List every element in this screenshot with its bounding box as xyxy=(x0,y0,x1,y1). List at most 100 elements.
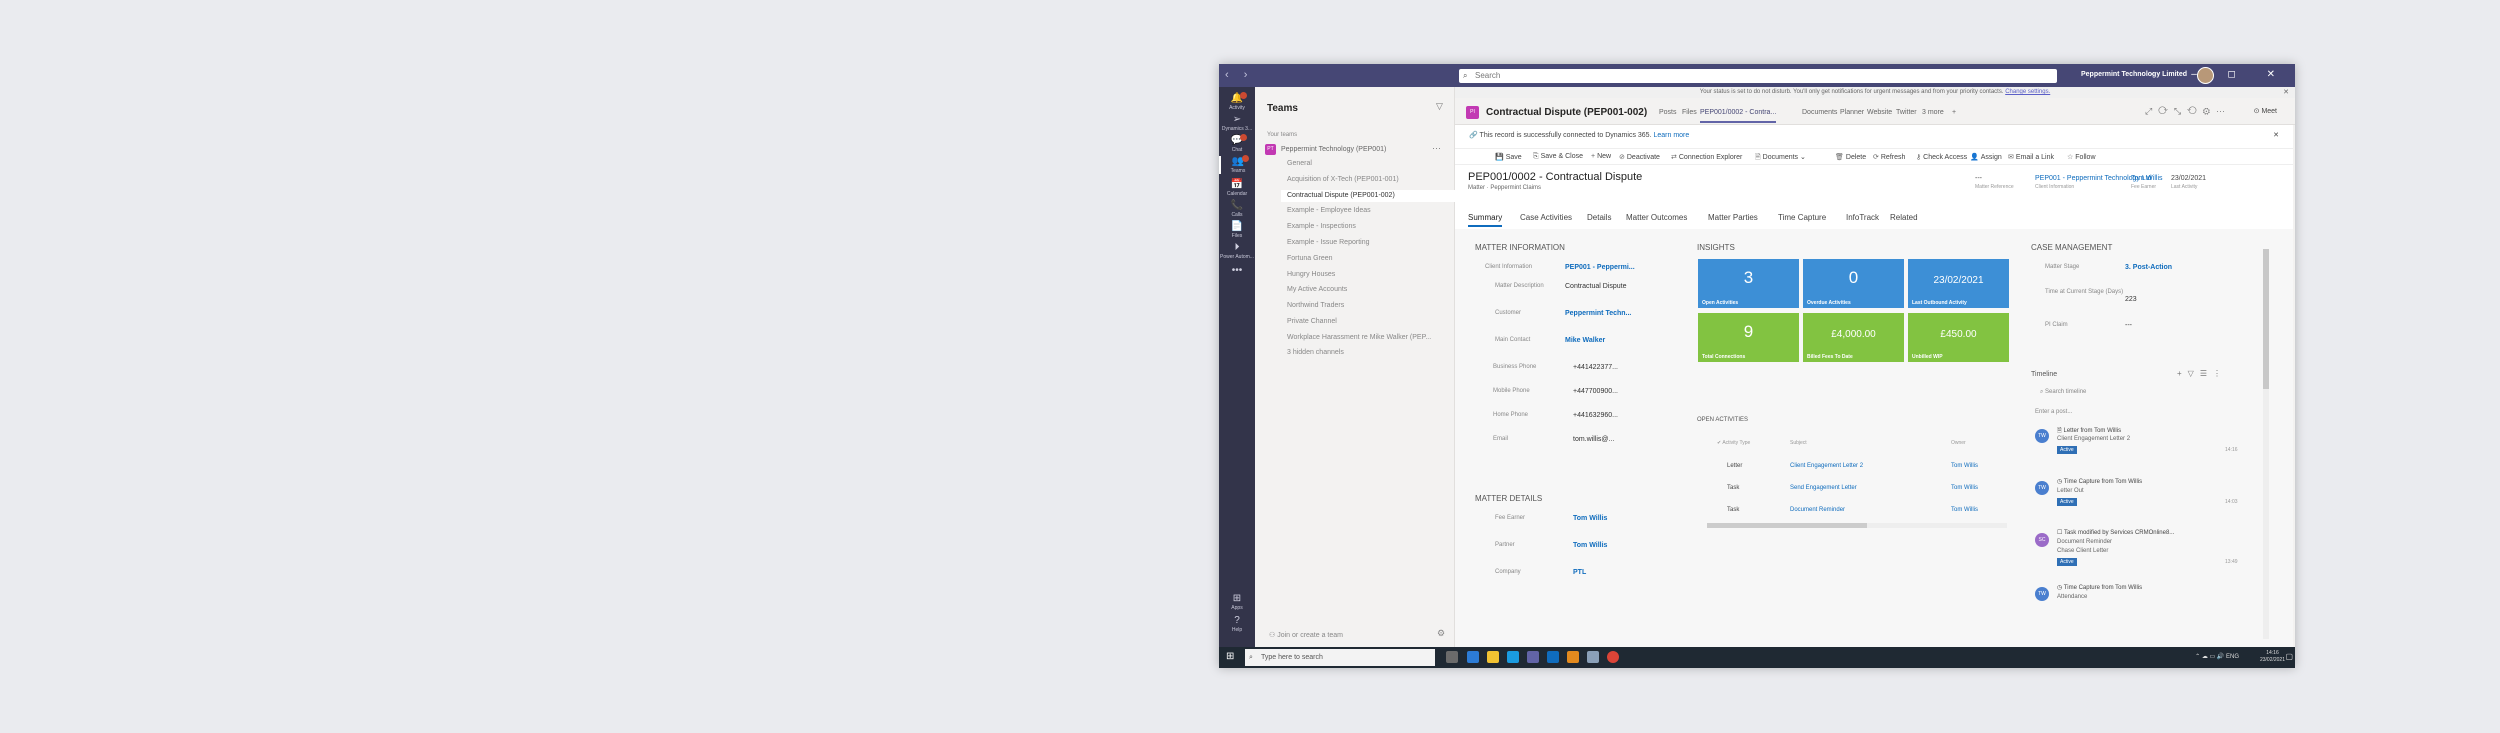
channel-item[interactable]: Northwind Traders xyxy=(1287,302,1344,309)
save-close-button[interactable]: ⎘ Save & Close xyxy=(1533,153,1583,161)
taskbar-search[interactable]: ⌕ Type here to search xyxy=(1245,649,1435,666)
outlook-icon[interactable] xyxy=(1547,651,1559,663)
delete-button[interactable]: 🗑 Delete xyxy=(1835,153,1866,161)
channel-item[interactable]: Fortuna Green xyxy=(1287,255,1333,262)
more-options-icon[interactable]: ··· xyxy=(1432,143,1441,153)
channel-item[interactable]: Workplace Harassment re Mike Walker (PEP… xyxy=(1287,334,1431,341)
tab-infotrack[interactable]: InfoTrack xyxy=(1846,213,1879,222)
deactivate-button[interactable]: ⊘ Deactivate xyxy=(1619,153,1660,161)
rail-calls[interactable]: 📞 Calls xyxy=(1219,200,1255,218)
refresh-button[interactable]: ⟳ Refresh xyxy=(1873,153,1905,161)
rail-calendar[interactable]: 📅 Calendar xyxy=(1219,179,1255,197)
channel-item[interactable]: Example - Employee Ideas xyxy=(1287,207,1371,214)
tab-time-capture[interactable]: Time Capture xyxy=(1778,213,1826,222)
window-controls[interactable]: ⋯ – ◻ ✕ xyxy=(2150,69,2289,80)
home-phone-value[interactable]: +441632960... xyxy=(1573,412,1618,419)
fee-earner-value[interactable]: Tom Willis xyxy=(1573,515,1607,522)
rail-apps[interactable]: ⊞ Apps xyxy=(1219,593,1255,611)
close-icon[interactable]: ✕ xyxy=(2273,131,2279,139)
timeline-search[interactable]: ⌕ Search timeline xyxy=(2040,389,2086,396)
rail-chat[interactable]: 💬 Chat xyxy=(1219,134,1255,153)
explorer-icon[interactable] xyxy=(1487,651,1499,663)
add-tab-button[interactable]: + xyxy=(1952,109,1956,116)
table-cell-link[interactable]: Send Engagement Letter xyxy=(1790,485,1857,491)
mobile-phone-value[interactable]: +447700900... xyxy=(1573,388,1618,395)
tab-planner[interactable]: Planner xyxy=(1840,109,1864,116)
insight-tile-billed-fees[interactable]: £4,000.00 Billed Fees To Date xyxy=(1803,313,1904,362)
channel-item[interactable]: Example - Inspections xyxy=(1287,223,1356,230)
change-settings-link[interactable]: Change settings. xyxy=(2005,89,2050,95)
rail-power-automate[interactable]: ⏵ Power Autom... xyxy=(1219,242,1255,260)
table-cell-link[interactable]: Client Engagement Letter 2 xyxy=(1790,463,1863,469)
task-view-icon[interactable] xyxy=(1446,651,1458,663)
rail-activity[interactable]: 🔔 Activity xyxy=(1219,92,1255,111)
assign-button[interactable]: 👤 Assign xyxy=(1970,153,2002,161)
tab-documents[interactable]: Documents xyxy=(1802,109,1837,116)
channel-item[interactable]: General xyxy=(1287,160,1312,167)
main-contact-value[interactable]: Mike Walker xyxy=(1565,337,1605,344)
gear-icon[interactable]: ⚙ xyxy=(1437,628,1445,639)
check-access-button[interactable]: ⚷ Check Access xyxy=(1916,153,1967,161)
tab-case-activities[interactable]: Case Activities xyxy=(1520,213,1572,222)
team-item[interactable]: PT Peppermint Technology (PEP001) ··· xyxy=(1265,143,1450,157)
tab-dynamics-record[interactable]: PEP001/0002 - Contra... xyxy=(1700,109,1777,123)
insight-tile-open-activities[interactable]: 3 Open Activities xyxy=(1698,259,1799,308)
edge-icon[interactable] xyxy=(1507,651,1519,663)
rail-help[interactable]: ? Help xyxy=(1219,615,1255,633)
join-create-team[interactable]: ⚇ Join or create a team xyxy=(1269,631,1343,639)
connection-explorer-button[interactable]: ⇄ Connection Explorer xyxy=(1671,153,1742,161)
nav-arrows[interactable]: ‹ › xyxy=(1225,69,1253,81)
tab-matter-outcomes[interactable]: Matter Outcomes xyxy=(1626,213,1687,222)
save-button[interactable]: 💾 Save xyxy=(1495,153,1522,161)
follow-button[interactable]: ☆ Follow xyxy=(2067,153,2096,161)
close-icon[interactable]: ✕ xyxy=(2283,87,2289,98)
business-phone-value[interactable]: +441422377... xyxy=(1573,364,1618,371)
channel-item-selected[interactable]: Contractual Dispute (PEP001-002) xyxy=(1281,190,1455,202)
timeline-tools-icons[interactable]: +▽☰⋮ xyxy=(2177,369,2227,378)
post-input[interactable]: Enter a post... xyxy=(2035,409,2072,415)
horizontal-scrollbar[interactable] xyxy=(1707,523,2007,528)
tab-posts[interactable]: Posts xyxy=(1659,109,1677,116)
hidden-channels-link[interactable]: 3 hidden channels xyxy=(1287,349,1344,356)
channel-item[interactable]: Hungry Houses xyxy=(1287,271,1335,278)
insight-tile-connections[interactable]: 9 Total Connections xyxy=(1698,313,1799,362)
notifications-icon[interactable]: ▢ xyxy=(2285,652,2293,661)
matter-description-value[interactable]: Contractual Dispute xyxy=(1565,283,1626,290)
timeline-item-title[interactable]: ◷ Time Capture from Tom Willis xyxy=(2057,584,2142,591)
tab-details[interactable]: Details xyxy=(1587,213,1611,222)
table-cell-link[interactable]: Tom Willis xyxy=(1951,463,1978,469)
email-value[interactable]: tom.willis@... xyxy=(1573,436,1614,443)
vertical-scrollbar[interactable] xyxy=(2263,249,2269,639)
channel-item[interactable]: My Active Accounts xyxy=(1287,286,1347,293)
company-value[interactable]: PTL xyxy=(1573,569,1586,576)
insight-tile-last-outbound[interactable]: 23/02/2021 Last Outbound Activity xyxy=(1908,259,2009,308)
filter-icon[interactable]: ▽ xyxy=(1436,101,1443,112)
matter-stage-value[interactable]: 3. Post-Action xyxy=(2125,264,2172,271)
rail-dynamics[interactable]: ➢ Dynamics 3... xyxy=(1219,114,1255,132)
channel-item[interactable]: Private Channel xyxy=(1287,318,1337,325)
new-button[interactable]: + New xyxy=(1591,153,1611,160)
partner-value[interactable]: Tom Willis xyxy=(1573,542,1607,549)
channel-item[interactable]: Acquisition of X-Tech (PEP001-001) xyxy=(1287,176,1399,183)
meet-button[interactable]: ⊙ Meet xyxy=(2254,107,2277,115)
app-icon[interactable] xyxy=(1587,651,1599,663)
tab-related[interactable]: Related xyxy=(1890,213,1918,222)
column-header[interactable]: ✔ Activity Type xyxy=(1717,440,1750,446)
rail-files[interactable]: 📄 Files xyxy=(1219,221,1255,239)
insight-tile-unbilled-wip[interactable]: £450.00 Unbilled WIP xyxy=(1908,313,2009,362)
timeline-item-title[interactable]: 🗎 Letter from Tom Willis xyxy=(2057,426,2121,436)
learn-more-link[interactable]: Learn more xyxy=(1653,132,1689,139)
header-field-fee-earner[interactable]: Tom Willis Fee Earner xyxy=(2131,175,2163,190)
system-tray[interactable]: ⌃ ☁ ▭ 🔊 ENG xyxy=(2195,653,2239,660)
search-input[interactable]: ⌕ Search xyxy=(1459,69,2057,83)
tab-twitter[interactable]: Twitter xyxy=(1896,109,1917,116)
tab-files[interactable]: Files xyxy=(1682,109,1697,116)
column-header[interactable]: Subject xyxy=(1790,440,1807,446)
teams-taskbar-icon[interactable] xyxy=(1527,651,1539,663)
timeline-item-title[interactable]: ☐ Task modified by Services CRMOnline8..… xyxy=(2057,529,2174,536)
documents-button[interactable]: 🗎 Documents ⌄ xyxy=(1755,153,1806,164)
windows-start-icon[interactable]: ⊞ xyxy=(1226,651,1234,662)
time-at-stage-value[interactable]: 223 xyxy=(2125,296,2137,303)
todo-icon[interactable] xyxy=(1467,651,1479,663)
tab-website[interactable]: Website xyxy=(1867,109,1892,116)
